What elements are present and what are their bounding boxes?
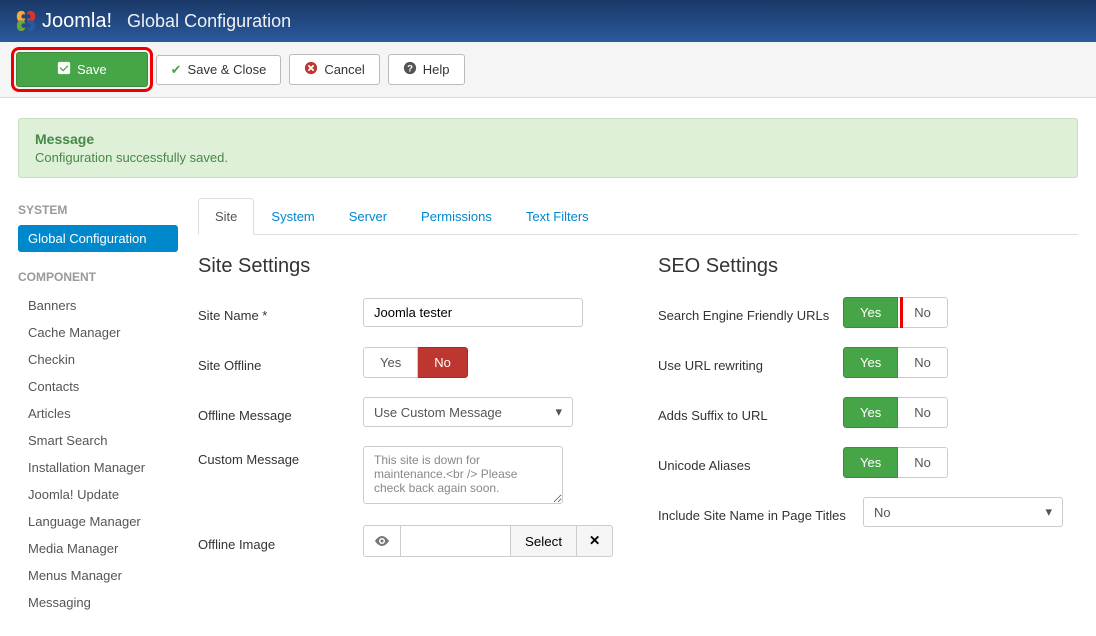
close-icon: ✕	[589, 533, 600, 548]
tab-system[interactable]: System	[254, 198, 331, 235]
custom-message-label: Custom Message	[198, 446, 363, 467]
alert-text: Configuration successfully saved.	[35, 150, 1061, 165]
offline-image-label: Offline Image	[198, 531, 363, 552]
svg-text:?: ?	[407, 64, 413, 75]
sidebar-item-smart-search[interactable]: Smart Search	[18, 427, 178, 454]
rewrite-label: Use URL rewriting	[658, 352, 843, 373]
suffix-yes[interactable]: Yes	[843, 397, 898, 428]
site-offline-no[interactable]: No	[418, 347, 468, 378]
chevron-down-icon: ▾	[555, 404, 562, 420]
site-offline-label: Site Offline	[198, 352, 363, 373]
offline-message-value: Use Custom Message	[374, 405, 502, 420]
tab-permissions[interactable]: Permissions	[404, 198, 509, 235]
site-offline-toggle: Yes No	[363, 347, 468, 378]
save-label: Save	[77, 62, 107, 77]
site-settings-title: Site Settings	[198, 255, 618, 278]
page-title: Global Configuration	[127, 11, 291, 32]
sidebar-item-media-mgr[interactable]: Media Manager	[18, 535, 178, 562]
logo: Joomla!	[15, 10, 112, 33]
save-button[interactable]: Save	[16, 52, 148, 87]
unicode-toggle: Yes No	[843, 447, 948, 478]
help-label: Help	[423, 62, 450, 77]
offline-image-clear-button[interactable]: ✕	[577, 525, 613, 557]
rewrite-toggle: Yes No	[843, 347, 948, 378]
tab-server[interactable]: Server	[332, 198, 404, 235]
suffix-toggle: Yes No	[843, 397, 948, 428]
sidebar-group-component: COMPONENT	[18, 270, 178, 284]
site-offline-yes[interactable]: Yes	[363, 347, 418, 378]
sef-no[interactable]: No	[898, 297, 948, 328]
save-close-label: Save & Close	[188, 62, 267, 77]
sidebar-item-banners[interactable]: Banners	[18, 292, 178, 319]
sef-yes[interactable]: Yes	[843, 297, 898, 328]
unicode-no[interactable]: No	[898, 447, 948, 478]
custom-message-textarea[interactable]: This site is down for maintenance.<br />…	[363, 446, 563, 504]
site-name-label: Site Name *	[198, 302, 363, 323]
sidebar: SYSTEM Global Configuration COMPONENT Ba…	[18, 198, 178, 616]
offline-image-picker: Select ✕	[363, 525, 618, 557]
suffix-no[interactable]: No	[898, 397, 948, 428]
sidebar-item-install-mgr[interactable]: Installation Manager	[18, 454, 178, 481]
sef-label: Search Engine Friendly URLs	[658, 302, 843, 323]
rewrite-no[interactable]: No	[898, 347, 948, 378]
success-alert: Message Configuration successfully saved…	[18, 118, 1078, 178]
sidebar-item-joomla-update[interactable]: Joomla! Update	[18, 481, 178, 508]
sitename-titles-label: Include Site Name in Page Titles	[658, 502, 863, 523]
tab-site[interactable]: Site	[198, 198, 254, 235]
sitename-titles-select[interactable]: No ▾	[863, 497, 1063, 527]
eye-icon[interactable]	[363, 525, 401, 557]
unicode-label: Unicode Aliases	[658, 452, 843, 473]
sidebar-item-menus-mgr[interactable]: Menus Manager	[18, 562, 178, 589]
sidebar-item-articles[interactable]: Articles	[18, 400, 178, 427]
site-name-input[interactable]	[363, 298, 583, 327]
sidebar-item-cache[interactable]: Cache Manager	[18, 319, 178, 346]
sidebar-item-lang-mgr[interactable]: Language Manager	[18, 508, 178, 535]
rewrite-yes[interactable]: Yes	[843, 347, 898, 378]
toolbar: Save ✔ Save & Close Cancel ? Help	[0, 42, 1096, 98]
check-icon: ✔	[171, 62, 182, 78]
sidebar-group-system: SYSTEM	[18, 203, 178, 217]
seo-settings-title: SEO Settings	[658, 255, 1078, 278]
sidebar-item-contacts[interactable]: Contacts	[18, 373, 178, 400]
tab-text-filters[interactable]: Text Filters	[509, 198, 606, 235]
sidebar-item-checkin[interactable]: Checkin	[18, 346, 178, 373]
unicode-yes[interactable]: Yes	[843, 447, 898, 478]
chevron-down-icon: ▾	[1045, 504, 1052, 520]
offline-message-label: Offline Message	[198, 402, 363, 423]
header: Joomla! Global Configuration	[0, 0, 1096, 42]
offline-image-path[interactable]	[401, 525, 511, 557]
sidebar-item-global-config[interactable]: Global Configuration	[18, 225, 178, 252]
help-icon: ?	[403, 61, 417, 78]
offline-image-select-button[interactable]: Select	[511, 525, 577, 557]
tabs: Site System Server Permissions Text Filt…	[198, 198, 1078, 235]
cancel-label: Cancel	[324, 62, 364, 77]
suffix-label: Adds Suffix to URL	[658, 402, 843, 423]
sitename-titles-value: No	[874, 505, 891, 520]
check-icon	[57, 61, 71, 78]
sidebar-item-messaging[interactable]: Messaging	[18, 589, 178, 616]
help-button[interactable]: ? Help	[388, 54, 465, 85]
offline-message-select[interactable]: Use Custom Message ▾	[363, 397, 573, 427]
save-close-button[interactable]: ✔ Save & Close	[156, 55, 282, 85]
joomla-logo-icon	[15, 10, 37, 32]
alert-title: Message	[35, 131, 1061, 147]
brand-text: Joomla!	[42, 10, 112, 33]
cancel-icon	[304, 61, 318, 78]
cancel-button[interactable]: Cancel	[289, 54, 379, 85]
sef-toggle: Yes No	[843, 297, 948, 328]
